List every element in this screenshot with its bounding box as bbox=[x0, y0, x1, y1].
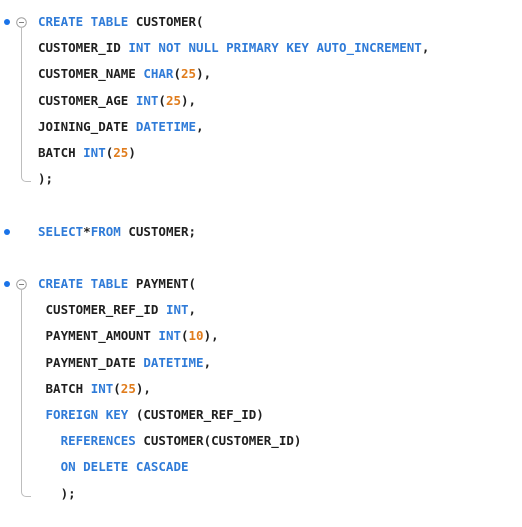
code-line[interactable]: CREATE TABLE PAYMENT( bbox=[38, 272, 196, 296]
statement-run-marker[interactable] bbox=[4, 281, 10, 287]
identifier-text: ), bbox=[181, 92, 197, 108]
identifier-text: ( bbox=[113, 380, 121, 396]
identifier-text: PAYMENT_DATE bbox=[38, 354, 144, 370]
identifier-text: CUSTOMER(CUSTOMER_ID) bbox=[135, 433, 302, 449]
sql-keyword: DATETIME bbox=[135, 118, 197, 134]
code-line[interactable]: REFERENCES CUSTOMER(CUSTOMER_ID) bbox=[38, 429, 302, 453]
identifier-text: PAYMENT( bbox=[128, 276, 197, 291]
code-line[interactable]: SELECT*FROM CUSTOMER; bbox=[38, 220, 196, 244]
code-line[interactable]: ); bbox=[38, 167, 53, 191]
sql-keyword: REFERENCES bbox=[38, 433, 136, 449]
sql-keyword: INT bbox=[90, 380, 114, 396]
fold-guide-line bbox=[21, 290, 22, 488]
numeric-literal: 25 bbox=[113, 145, 129, 160]
identifier-text: * bbox=[83, 224, 91, 239]
sql-keyword: INT bbox=[158, 328, 181, 344]
identifier-text: ); bbox=[38, 171, 54, 187]
identifier-text: ), bbox=[196, 66, 212, 82]
sql-keyword: INT bbox=[165, 302, 189, 318]
identifier-text: BATCH bbox=[38, 145, 84, 160]
sql-keyword: CREATE TABLE bbox=[38, 276, 129, 291]
identifier-text: , bbox=[421, 40, 430, 56]
sql-keyword: CHAR bbox=[143, 66, 174, 82]
identifier-text: , bbox=[188, 302, 197, 318]
sql-keyword: ON DELETE CASCADE bbox=[38, 459, 189, 475]
code-line[interactable]: CUSTOMER_AGE INT(25), bbox=[38, 89, 196, 113]
identifier-text: ), bbox=[203, 328, 219, 344]
identifier-text: BATCH bbox=[38, 380, 91, 396]
identifier-text: ) bbox=[128, 145, 136, 160]
statement-run-marker[interactable] bbox=[4, 229, 10, 235]
identifier-text: ( bbox=[181, 328, 189, 344]
identifier-text: JOINING_DATE bbox=[38, 118, 136, 134]
code-line[interactable]: FOREIGN KEY (CUSTOMER_REF_ID) bbox=[38, 403, 264, 427]
sql-keyword: DATETIME bbox=[143, 354, 204, 370]
identifier-text: (CUSTOMER_REF_ID) bbox=[128, 407, 264, 422]
numeric-literal: 25 bbox=[165, 92, 182, 108]
sql-editor[interactable]: CREATE TABLE CUSTOMER(CUSTOMER_ID INT NO… bbox=[0, 0, 522, 527]
code-line[interactable]: BATCH INT(25) bbox=[38, 141, 136, 165]
code-line[interactable]: PAYMENT_DATE DATETIME, bbox=[38, 351, 212, 375]
identifier-text: CUSTOMER_REF_ID bbox=[38, 302, 166, 318]
collapse-fold-icon[interactable] bbox=[16, 16, 27, 28]
code-line[interactable]: ON DELETE CASCADE bbox=[38, 455, 189, 479]
sql-keyword: CREATE TABLE bbox=[38, 14, 129, 29]
numeric-literal: 25 bbox=[120, 380, 136, 396]
sql-keyword: INT bbox=[135, 92, 159, 108]
statement-run-marker[interactable] bbox=[4, 19, 10, 25]
fold-guide-end bbox=[21, 173, 31, 183]
identifier-text: CUSTOMER_ID bbox=[38, 40, 129, 56]
identifier-text: ( bbox=[158, 92, 166, 108]
identifier-text: CUSTOMER; bbox=[120, 224, 197, 239]
identifier-text: , bbox=[203, 354, 212, 370]
code-line[interactable]: CUSTOMER_NAME CHAR(25), bbox=[38, 62, 211, 86]
fold-guide-end bbox=[21, 487, 31, 497]
identifier-text: , bbox=[196, 118, 204, 134]
identifier-text: CUSTOMER_NAME bbox=[38, 66, 144, 82]
code-line[interactable]: CUSTOMER_ID INT NOT NULL PRIMARY KEY AUT… bbox=[38, 36, 429, 60]
numeric-literal: 10 bbox=[188, 328, 204, 344]
fold-guide-line bbox=[21, 28, 22, 174]
identifier-text: CUSTOMER( bbox=[128, 14, 204, 29]
code-line[interactable]: ); bbox=[38, 482, 76, 506]
code-line[interactable]: CUSTOMER_REF_ID INT, bbox=[38, 298, 197, 322]
sql-keyword: FOREIGN KEY bbox=[38, 407, 129, 422]
collapse-fold-icon[interactable] bbox=[16, 278, 27, 290]
numeric-literal: 25 bbox=[181, 66, 197, 82]
sql-keyword: SELECT bbox=[38, 224, 84, 239]
identifier-text: ), bbox=[135, 380, 151, 396]
identifier-text: ( bbox=[173, 66, 181, 82]
code-line[interactable]: JOINING_DATE DATETIME, bbox=[38, 115, 204, 139]
code-line[interactable]: CREATE TABLE CUSTOMER( bbox=[38, 10, 204, 34]
identifier-text: PAYMENT_AMOUNT bbox=[38, 328, 159, 344]
sql-keyword: FROM bbox=[90, 224, 121, 239]
sql-keyword: INT NOT NULL PRIMARY KEY AUTO_INCREMENT bbox=[128, 40, 422, 56]
identifier-text: CUSTOMER_AGE bbox=[38, 92, 136, 108]
code-line[interactable]: BATCH INT(25), bbox=[38, 377, 151, 401]
code-line[interactable]: PAYMENT_AMOUNT INT(10), bbox=[38, 324, 219, 348]
identifier-text: ); bbox=[38, 485, 76, 501]
sql-keyword: INT bbox=[83, 145, 106, 160]
